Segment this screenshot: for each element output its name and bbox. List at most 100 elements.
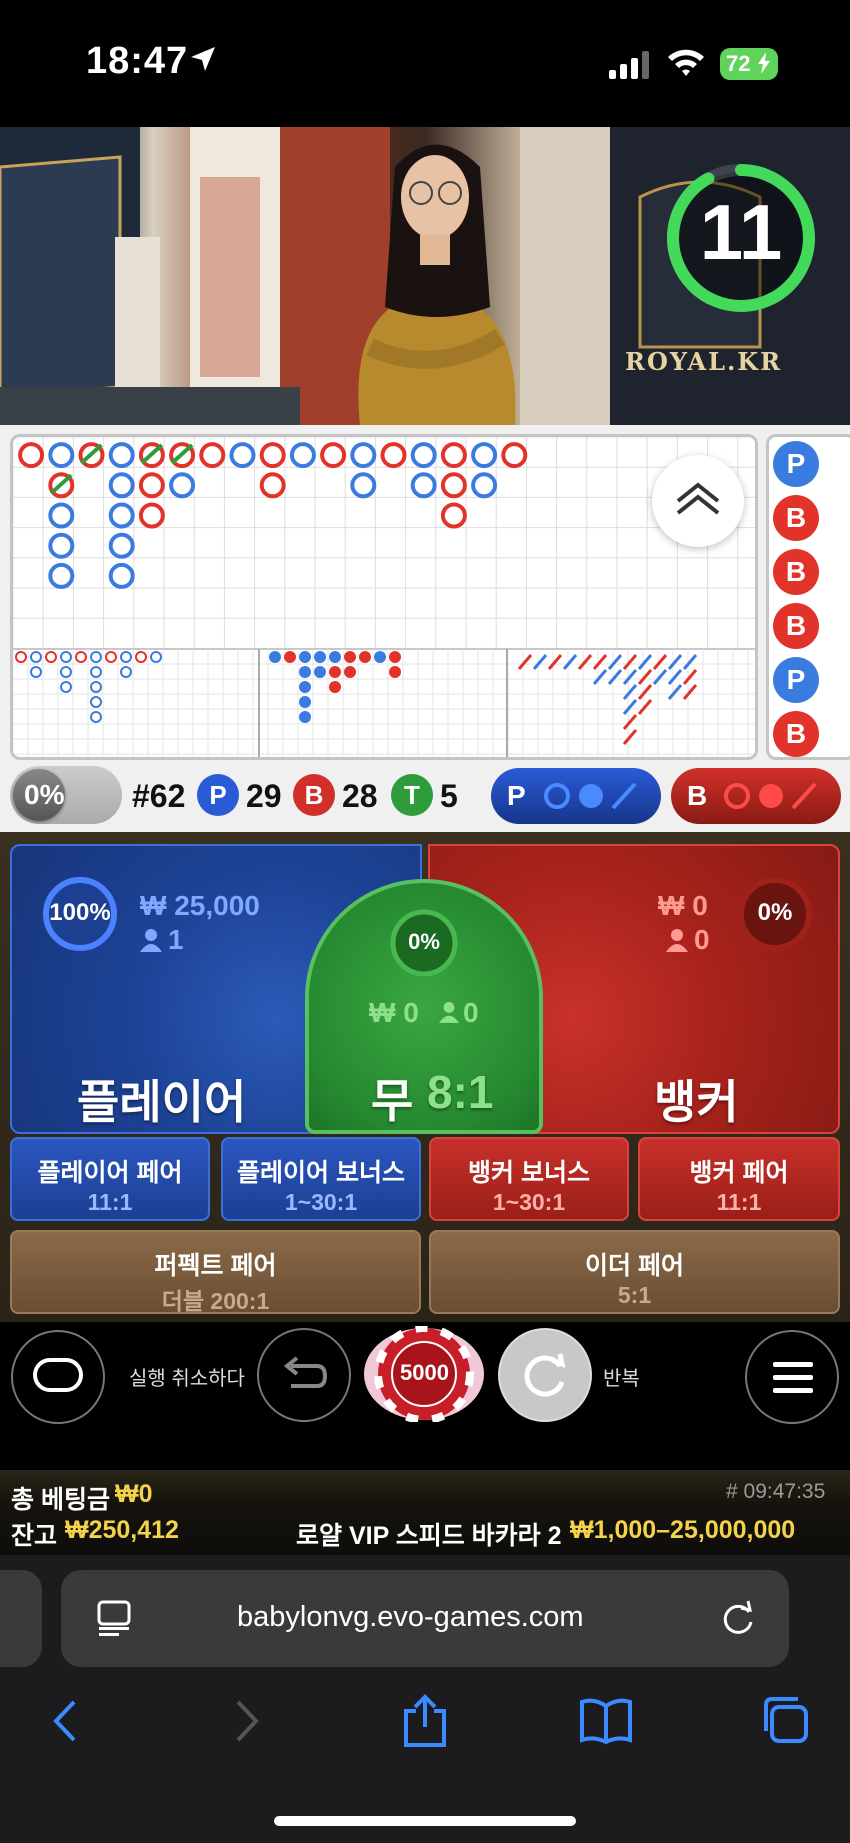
statistics-toggle[interactable]: 0% <box>10 766 122 824</box>
player-spot-label: 플레이어 <box>77 1076 247 1128</box>
player-pair-bet[interactable]: 플레이어 페어 11:1 <box>10 1137 210 1221</box>
tie-bet-spot[interactable]: 0% ₩ 0 0 무 8:1 <box>305 879 543 1134</box>
small-road-marker <box>299 696 311 708</box>
reader-mode-icon[interactable] <box>95 1598 135 1638</box>
cockroach-road-marker <box>607 654 623 670</box>
big-eye-road-marker <box>90 651 102 663</box>
big-road-marker <box>440 472 467 499</box>
tabs-icon[interactable] <box>758 1693 812 1747</box>
battery-indicator: 72 <box>720 48 778 80</box>
cockroach-road-marker <box>622 654 638 670</box>
big-road-marker <box>229 442 256 469</box>
tie-bettor-count: 0 <box>463 997 479 1028</box>
cockroach-road-marker <box>682 684 698 700</box>
cockroach-road-marker <box>667 684 683 700</box>
betting-table: 100% ₩ 25,000 1 플레이어 0% ₩ 0 0 뱅커 0% ₩ 0 … <box>0 832 850 1322</box>
share-icon[interactable] <box>400 1693 450 1749</box>
forward-icon[interactable] <box>226 1696 266 1746</box>
big-road-marker <box>320 442 347 469</box>
ask-player-button[interactable]: P <box>491 768 661 824</box>
cockroach-road-marker <box>637 699 653 715</box>
big-eye-road-marker <box>90 711 102 723</box>
main-menu-button[interactable] <box>745 1330 839 1424</box>
player-bettor-count: 1 <box>168 924 184 955</box>
game-round-id: # 09:47:35 <box>726 1480 826 1503</box>
cockroach-road-marker <box>637 654 653 670</box>
banker-bonus-bet[interactable]: 뱅커 보너스 1~30:1 <box>429 1137 629 1221</box>
undo-label: 실행 취소하다 <box>129 1368 245 1390</box>
big-road-marker <box>169 472 196 499</box>
big-road-marker <box>440 442 467 469</box>
table-name: 로얄 VIP 스피드 바카라 2 <box>296 1522 562 1550</box>
big-eye-road-marker <box>75 651 87 663</box>
player-bonus-title: 플레이어 보너스 <box>237 1159 405 1187</box>
player-bet-amount: ₩ 25,000 <box>140 890 260 921</box>
main-roadmap[interactable] <box>10 434 758 760</box>
collapse-roadmap-button[interactable] <box>652 455 744 547</box>
small-road-marker <box>374 651 386 663</box>
banker-pair-odds: 11:1 <box>716 1189 762 1215</box>
tie-bet-percent: 0% <box>408 929 440 954</box>
cockroach-road-marker <box>667 654 683 670</box>
big-road-marker <box>108 472 135 499</box>
address-bar[interactable]: babylonvg.evo-games.com <box>61 1570 789 1667</box>
big-road-marker <box>259 472 286 499</box>
cockroach-road-marker <box>622 714 638 730</box>
big-road-marker <box>440 502 467 529</box>
cellular-signal-icon <box>609 51 649 79</box>
home-indicator <box>274 1816 576 1826</box>
chip-selector[interactable]: 5000 <box>362 1324 487 1424</box>
cockroach-road-marker <box>637 669 653 685</box>
cockroach-road-marker <box>652 654 668 670</box>
small-road-marker <box>299 651 311 663</box>
big-road-marker <box>259 442 286 469</box>
big-road-marker <box>108 562 135 589</box>
chip-value: 5000 <box>400 1360 449 1385</box>
small-road-marker <box>329 681 341 693</box>
cockroach-road-marker <box>622 684 638 700</box>
ask-banker-button[interactable]: B <box>671 768 841 824</box>
chat-bubble-button[interactable] <box>11 1330 105 1424</box>
big-road-marker <box>289 442 316 469</box>
tie-count: 5 <box>440 778 458 814</box>
live-video-feed: 11 ROYAL.KR <box>0 127 850 425</box>
banker-bonus-title: 뱅커 보너스 <box>468 1159 590 1187</box>
banker-bettor-count: 0 <box>694 924 710 955</box>
big-eye-road-marker <box>45 651 57 663</box>
cockroach-road-marker <box>547 654 563 670</box>
undo-button[interactable] <box>257 1328 351 1422</box>
small-road-marker <box>389 666 401 678</box>
small-road-marker <box>314 651 326 663</box>
reload-icon[interactable] <box>719 1598 759 1638</box>
small-road-marker <box>284 651 296 663</box>
back-icon[interactable] <box>46 1696 86 1746</box>
total-bet-value: ₩0 <box>115 1480 153 1508</box>
perfect-pair-odds: 더블 200:1 <box>161 1288 270 1314</box>
bead-road-preview[interactable]: PBBBPB <box>766 434 850 760</box>
charging-bolt-icon <box>757 52 770 74</box>
big-eye-road-marker <box>120 651 132 663</box>
round-number: #62 <box>132 778 186 814</box>
url-text: babylonvg.evo-games.com <box>237 1601 584 1633</box>
small-road-marker <box>344 651 356 663</box>
big-road-marker <box>108 502 135 529</box>
cockroach-road-marker <box>592 669 608 685</box>
bet-limits: ₩1,000–25,000,000 <box>570 1516 796 1544</box>
statistics-bar: 0% #62 P 29 B 28 T 5 P B <box>0 760 850 832</box>
repeat-button[interactable] <box>498 1328 592 1422</box>
cockroach-road-marker <box>652 669 668 685</box>
banker-pair-bet[interactable]: 뱅커 페어 11:1 <box>638 1137 840 1221</box>
perfect-pair-bet[interactable]: 퍼펙트 페어 더블 200:1 <box>10 1230 421 1314</box>
repeat-arrow-icon <box>524 1353 566 1397</box>
wifi-icon <box>668 49 704 76</box>
either-pair-bet[interactable]: 이더 페어 5:1 <box>429 1230 840 1314</box>
bead-road-marker: P <box>773 657 819 703</box>
cockroach-road-marker <box>622 729 638 745</box>
hamburger-menu-icon <box>773 1362 813 1393</box>
player-bonus-bet[interactable]: 플레이어 보너스 1~30:1 <box>221 1137 421 1221</box>
big-eye-road-marker <box>15 651 27 663</box>
double-chevron-up-icon <box>676 482 720 515</box>
bookmarks-icon[interactable] <box>578 1696 634 1746</box>
previous-tab-peek[interactable] <box>0 1570 42 1667</box>
battery-level: 72 <box>726 51 751 76</box>
